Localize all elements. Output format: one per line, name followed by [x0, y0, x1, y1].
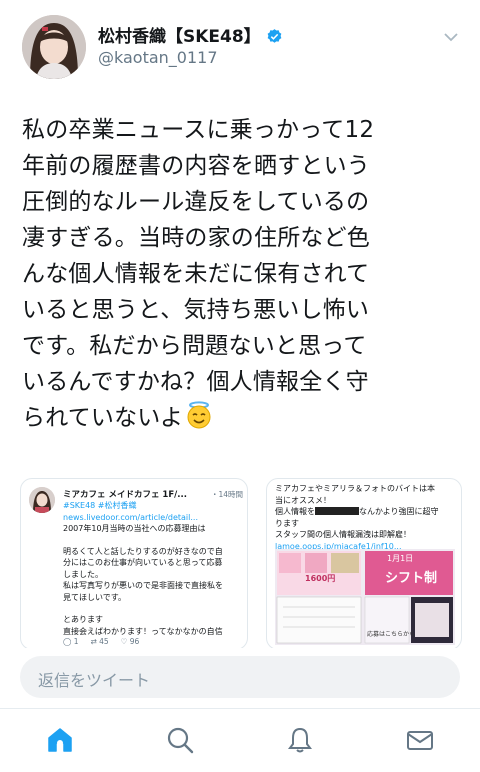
author-handle[interactable]: @kaotan_0117 — [98, 48, 218, 67]
author-name[interactable]: 松村香織【SKE48】 — [98, 22, 283, 50]
tweet-line: んな個人情報を未だに保有されて — [22, 261, 370, 287]
flyer-text-apply: 応募はこちらから — [367, 631, 416, 638]
embedded-time: ・14時間 — [211, 490, 244, 499]
embedded-author: ミアカフェ メイドカフェ 1F/... — [63, 490, 187, 500]
embedded-line: 2007年10月当時の当社への応募理由は — [63, 524, 206, 533]
embedded-line: 当にオススメ！ — [275, 495, 331, 505]
embedded-line: しました。 — [63, 569, 103, 579]
home-icon[interactable] — [45, 725, 75, 755]
embedded-line: とあります — [63, 615, 103, 624]
embedded-hashtags: #SKE48 #松村香織 — [63, 501, 137, 510]
embedded-text: #SKE48 #松村香織 news.livedoor.com/article/d… — [63, 500, 241, 637]
embedded-line: スタッフ間の個人情報漏洩は即解雇！ — [275, 530, 411, 539]
tweet-text: 私の卒業ニュースに乗っかって12 年前の履歴書の内容を晒すという 圧倒的なルール… — [22, 112, 462, 440]
reply-count-icon: ◯ — [63, 637, 74, 646]
like-count-icon: ♡ — [120, 637, 130, 646]
embedded-gap — [63, 535, 241, 546]
redacted-block — [315, 507, 359, 515]
halo-face-emoji-icon — [185, 401, 213, 440]
tweet-line: 年前の履歴書の内容を晒すという — [22, 153, 370, 179]
embedded-gap — [63, 603, 241, 614]
tweet-line-last: られていないよ — [22, 400, 462, 440]
chevron-down-icon[interactable] — [442, 28, 460, 50]
retweet-count-icon: ⇄ — [90, 637, 100, 646]
embedded-line: 明るくて人と話したりするのが好きなので自 — [63, 546, 223, 556]
tweet-line: です。私だから問題ないと思って — [22, 333, 367, 359]
embedded-line: ります — [275, 518, 299, 528]
embedded-line: ミアカフェやミアリラ＆フォトのバイトは本 — [275, 484, 435, 493]
flyer-text-price: 1600円 — [305, 574, 336, 583]
embedded-action-bar: ◯ 1 ⇄ 45 ♡ 96 — [63, 637, 139, 646]
tweet-line: 私の卒業ニュースに乗っかって12 — [22, 117, 375, 143]
like-count: 96 — [129, 637, 140, 646]
verified-badge-icon — [266, 28, 283, 50]
tweet-header: 松村香織【SKE48】 @kaotan_0117 — [0, 0, 480, 100]
retweet-count: 45 — [99, 637, 109, 646]
embedded-flyer-image: 1600円 シフト制 1月1日 応募はこちらから — [275, 549, 455, 645]
reply-placeholder: 返信をツイート — [38, 671, 151, 690]
search-icon[interactable] — [165, 725, 195, 755]
embedded-line: 見てほしいです。 — [63, 592, 126, 602]
embedded-text-2: ミアカフェやミアリラ＆フォトのバイトは本 当にオススメ！ 個人情報を なんかより強… — [275, 483, 455, 552]
notifications-icon[interactable] — [285, 725, 315, 755]
embedded-line: 直接会えばわかります！ってなかなかの自信 — [63, 626, 223, 636]
bottom-tab-bar — [0, 708, 480, 772]
embedded-avatar — [29, 487, 55, 513]
embedded-link: news.livedoor.com/article/detail... — [63, 512, 198, 522]
tweet-line: いると思うと、気持ち悪いし怖い — [22, 297, 370, 323]
embedded-line: 個人情報を なんかより強固に超守 — [275, 507, 439, 516]
attached-image-2[interactable]: ミアカフェやミアリラ＆フォトのバイトは本 当にオススメ！ 個人情報を なんかより強… — [266, 478, 462, 650]
author-avatar[interactable] — [22, 15, 86, 79]
tweet-line: 圧倒的なルール違反をしているの — [22, 189, 370, 215]
embedded-line: 私は写真写りが悪いので是非面接で直接私を — [63, 581, 223, 590]
tweet-line: いるんですかね？個人情報全く守 — [22, 369, 369, 395]
tweet-line: 凄すぎる。当時の家の住所など色 — [22, 225, 370, 251]
embedded-line: 分にはこのお仕事が向いていると思って応募 — [63, 558, 223, 567]
flyer-text-date: 1月1日 — [387, 554, 414, 563]
reply-count: 1 — [73, 637, 79, 646]
messages-icon[interactable] — [405, 725, 435, 755]
reply-input[interactable]: 返信をツイート — [20, 656, 460, 698]
flyer-text-shift: シフト制 — [385, 571, 438, 586]
attached-image-1[interactable]: ミアカフェ メイドカフェ 1F/... ・14時間 #SKE48 #松村香織 n… — [20, 478, 248, 650]
